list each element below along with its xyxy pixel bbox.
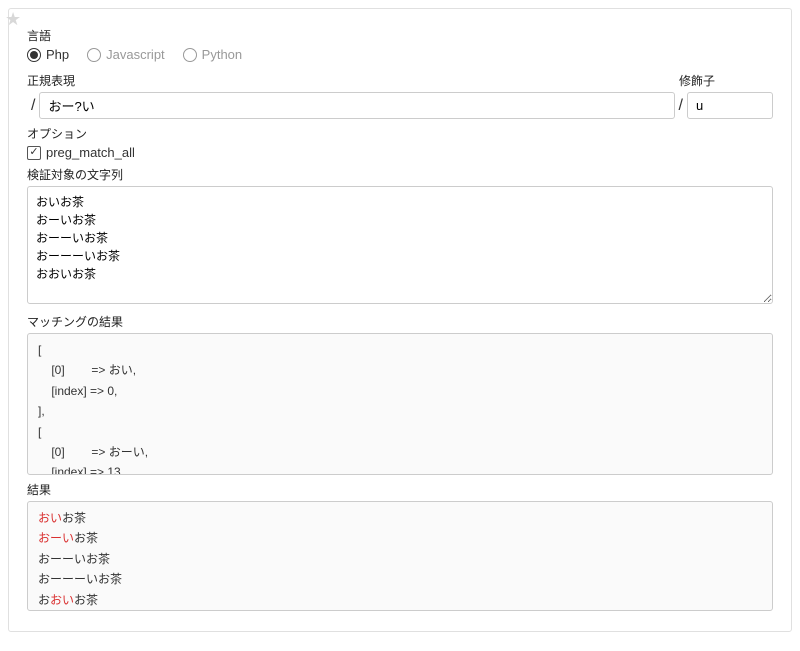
test-string-input[interactable] — [27, 186, 773, 304]
radio-javascript[interactable]: Javascript — [87, 47, 165, 62]
radio-javascript-label: Javascript — [106, 47, 165, 62]
matched-text: おい — [38, 511, 62, 525]
result-line: おーーーいお茶 — [38, 569, 762, 589]
modifier-label: 修飾子 — [679, 72, 773, 89]
checkbox-icon — [27, 146, 41, 160]
radio-php-label: Php — [46, 47, 69, 62]
language-radio-group: Php Javascript Python — [27, 47, 773, 62]
matched-text: おい — [50, 593, 74, 607]
result-line: おおいお茶 — [38, 590, 762, 610]
regex-delimiter-open: / — [27, 97, 39, 115]
radio-python-label: Python — [202, 47, 242, 62]
radio-php[interactable]: Php — [27, 47, 69, 62]
plain-text: お茶 — [74, 531, 98, 545]
regex-pattern-input[interactable] — [39, 92, 674, 119]
regex-modifier-input[interactable] — [687, 92, 773, 119]
matched-text: おーい — [38, 531, 74, 545]
radio-icon — [87, 48, 101, 62]
plain-text: お茶 — [62, 511, 86, 525]
match-result-label: マッチングの結果 — [27, 313, 773, 330]
language-label: 言語 — [27, 27, 773, 44]
plain-text: おーーいお茶 — [38, 552, 110, 566]
radio-python[interactable]: Python — [183, 47, 242, 62]
match-result-output: [ [0] => おい, [index] => 0, ], [ [0] => お… — [27, 333, 773, 475]
result-label: 結果 — [27, 481, 773, 498]
result-line: おいお茶 — [38, 508, 762, 528]
options-label: オプション — [27, 125, 773, 142]
plain-text: お — [38, 593, 50, 607]
radio-icon — [27, 48, 41, 62]
plain-text: お茶 — [74, 593, 98, 607]
radio-icon — [183, 48, 197, 62]
regex-label: 正規表現 — [27, 72, 679, 89]
result-line: おーーいお茶 — [38, 549, 762, 569]
option-preg-match-all-label: preg_match_all — [46, 145, 135, 160]
regex-delimiter-close: / — [675, 97, 687, 115]
test-string-label: 検証対象の文字列 — [27, 166, 773, 183]
main-panel: ★ 言語 Php Javascript Python 正規表現 修飾子 / / … — [8, 8, 792, 632]
regex-input-row: / / — [27, 92, 773, 119]
plain-text: おーーーいお茶 — [38, 572, 122, 586]
result-line: おーいお茶 — [38, 528, 762, 548]
favorite-star-icon[interactable]: ★ — [5, 9, 21, 30]
result-output: おいお茶おーいお茶おーーいお茶おーーーいお茶おおいお茶 — [27, 501, 773, 611]
option-preg-match-all[interactable]: preg_match_all — [27, 145, 773, 160]
